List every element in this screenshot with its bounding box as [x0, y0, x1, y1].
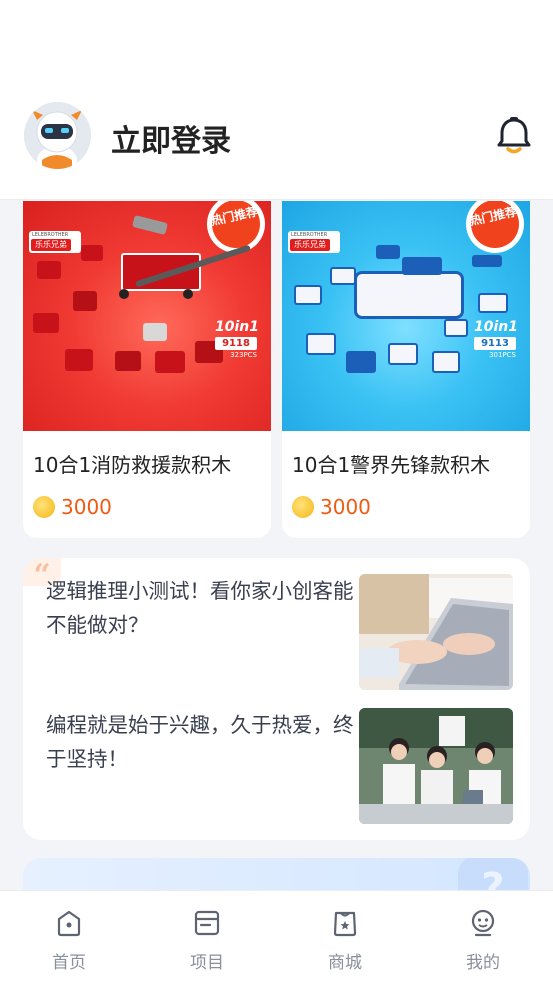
tab-shop[interactable]: 商城 — [299, 891, 391, 984]
product-name: 10合1消防救援款积木 — [33, 453, 232, 477]
robot-avatar-icon[interactable] — [24, 102, 91, 169]
product-image: LELEBROTHER 乐乐兄弟 热门推荐 10in1 9113 301PCS — [282, 201, 530, 431]
product-price: 3000 — [61, 495, 112, 519]
hot-recommend-badge: 热门推荐 — [466, 201, 524, 253]
profile-icon — [470, 909, 496, 937]
article-item[interactable]: 逻辑推理小测试！看你家小创客能不能做对？ — [23, 574, 530, 692]
bell-icon[interactable] — [496, 116, 532, 154]
tab-home[interactable]: 首页 — [23, 891, 115, 984]
login-link[interactable]: 立即登录 — [111, 116, 231, 160]
question-icon: ? — [458, 858, 528, 890]
promo-banner[interactable]: ? — [23, 858, 530, 890]
set-badge: 10in1 9118 323PCS — [215, 319, 259, 359]
header: 立即登录 — [0, 90, 553, 200]
home-icon — [56, 909, 82, 937]
tab-label: 首页 — [52, 953, 86, 973]
brand-logo: LELEBROTHER 乐乐兄弟 — [288, 231, 340, 253]
tab-label: 项目 — [190, 953, 224, 973]
tab-label: 我的 — [466, 953, 500, 973]
article-item[interactable]: 编程就是始于兴趣，久于热爱，终于坚持！ — [23, 708, 530, 826]
product-card[interactable]: LELEBROTHER 乐乐兄弟 热门推荐 10in1 9113 301PCS — [282, 201, 530, 538]
scroll-content[interactable]: LELEBROTHER 乐乐兄弟 热门推荐 10in1 9118 323PCS … — [0, 201, 553, 890]
tab-project[interactable]: 项目 — [161, 891, 253, 984]
product-card[interactable]: LELEBROTHER 乐乐兄弟 热门推荐 10in1 9118 323PCS … — [23, 201, 271, 538]
product-name: 10合1警界先锋款积木 — [292, 453, 491, 477]
shop-icon — [332, 909, 358, 937]
brand-logo: LELEBROTHER 乐乐兄弟 — [29, 231, 81, 253]
project-icon — [194, 909, 220, 937]
article-thumbnail — [359, 574, 513, 690]
set-badge: 10in1 9113 301PCS — [474, 319, 518, 359]
article-thumbnail — [359, 708, 513, 824]
coin-icon — [33, 496, 55, 518]
product-image: LELEBROTHER 乐乐兄弟 热门推荐 10in1 9118 323PCS — [23, 201, 271, 431]
status-bar-area — [0, 0, 553, 90]
tab-label: 商城 — [328, 953, 362, 973]
coin-icon — [292, 496, 314, 518]
tab-profile[interactable]: 我的 — [437, 891, 529, 984]
article-title: 编程就是始于兴趣，久于热爱，终于坚持！ — [46, 713, 354, 771]
bottom-tab-bar: 首页 项目 商城 我的 — [0, 890, 553, 984]
article-list-card: “ 逻辑推理小测试！看你家小创客能不能做对？ 编程就是始于兴趣，久于热爱，终于坚… — [23, 558, 530, 840]
article-title: 逻辑推理小测试！看你家小创客能不能做对？ — [46, 579, 354, 637]
product-price: 3000 — [320, 495, 371, 519]
hot-recommend-badge: 热门推荐 — [207, 201, 265, 253]
